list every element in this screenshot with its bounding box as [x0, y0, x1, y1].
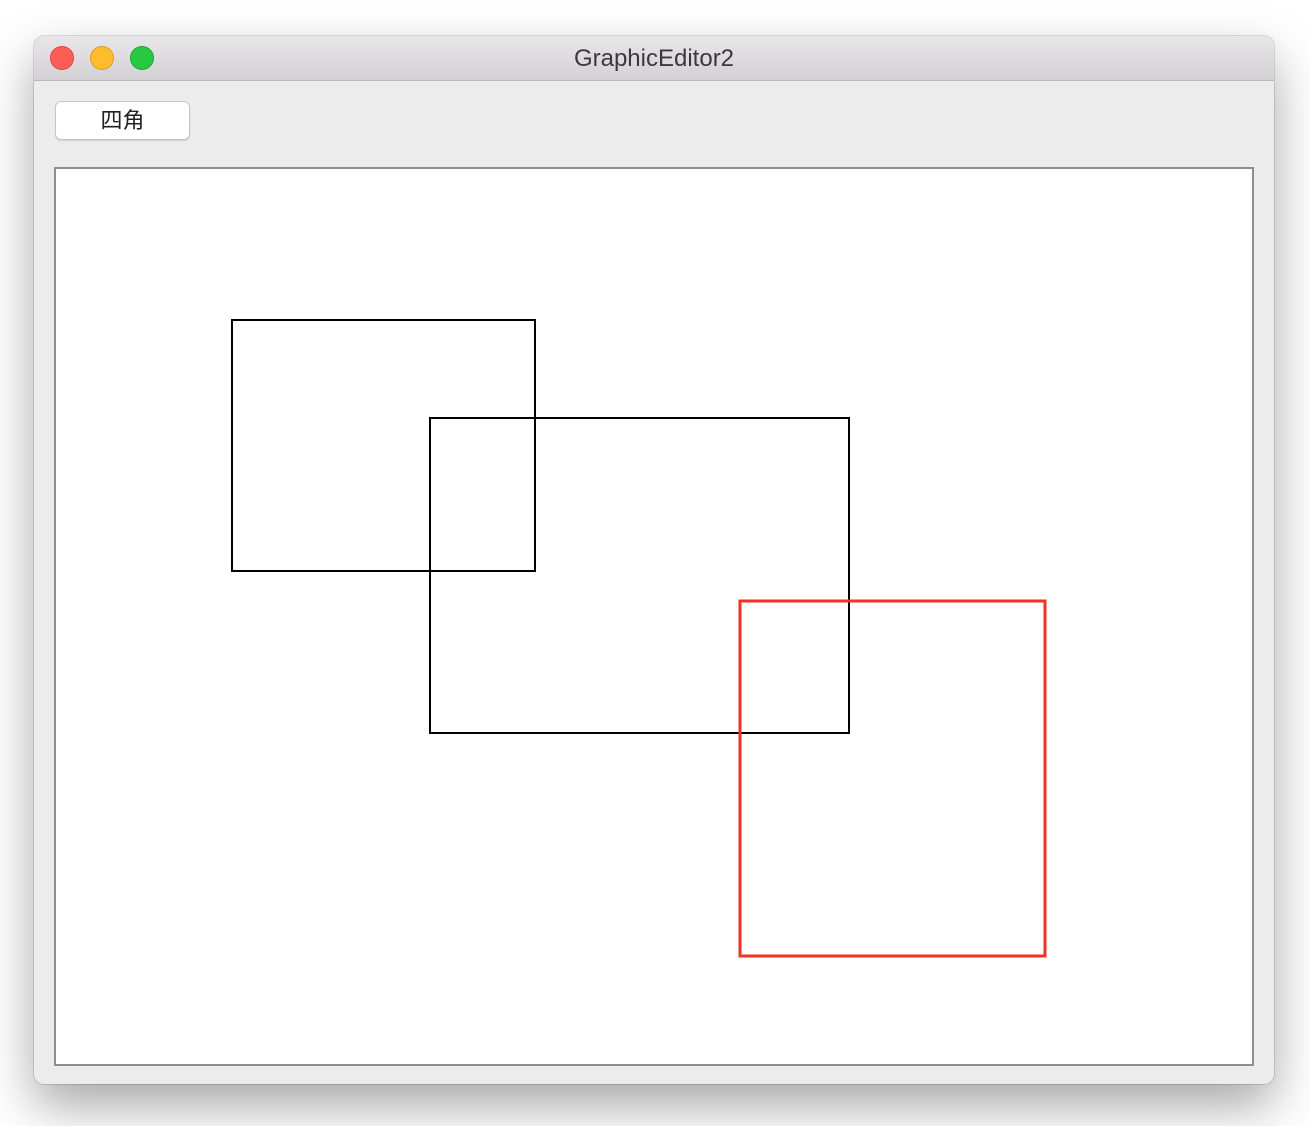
title-bar[interactable]: GraphicEditor2 [34, 36, 1274, 81]
shape-layer [231, 319, 1047, 958]
app-window: GraphicEditor2 四角 [34, 36, 1274, 1084]
drawing-canvas[interactable] [54, 167, 1254, 1066]
rectangle-tool-button[interactable]: 四角 [55, 101, 190, 140]
window-title: GraphicEditor2 [573, 45, 735, 72]
rectangle-3-selected[interactable] [738, 599, 1047, 958]
rectangle-2[interactable] [429, 417, 850, 734]
window-content: 四角 [34, 81, 1274, 1084]
rectangle-1[interactable] [231, 319, 536, 572]
